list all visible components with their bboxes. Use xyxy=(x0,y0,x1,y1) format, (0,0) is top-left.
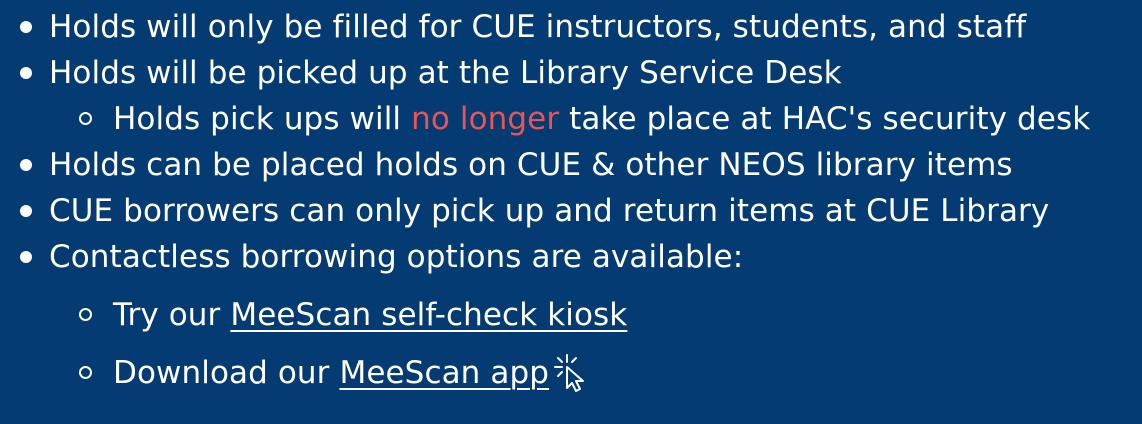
highlight-text: no longer xyxy=(411,101,560,137)
list-item-text: Holds can be placed holds on CUE & other… xyxy=(49,147,1013,183)
bullet-disc-icon xyxy=(20,21,32,33)
bullet-disc-icon xyxy=(20,67,32,79)
list-item-text: Holds will be picked up at the Library S… xyxy=(49,55,842,91)
sub-list-item-text: Download our MeeScan app xyxy=(113,350,589,396)
meescan-app-link[interactable]: MeeScan app xyxy=(339,355,549,391)
text-after: take place at HAC's security desk xyxy=(559,101,1091,137)
text-before: Download our xyxy=(113,355,340,391)
list-item-text: CUE borrowers can only pick up and retur… xyxy=(49,193,1050,229)
bullet-circle-icon xyxy=(79,112,92,125)
bullet-circle-icon xyxy=(79,308,92,321)
sub-list-item-text: Holds pick ups will no longer take place… xyxy=(113,96,1090,142)
library-holds-info-panel: Holds will only be filled for CUE instru… xyxy=(0,0,1142,424)
text-before: Holds pick ups will xyxy=(113,101,412,137)
bullet-disc-icon xyxy=(20,205,32,217)
text-before: Try our xyxy=(113,297,231,333)
meescan-kiosk-link[interactable]: MeeScan self-check kiosk xyxy=(230,297,627,333)
click-cursor-icon xyxy=(554,353,585,392)
bullet-disc-icon xyxy=(20,251,32,263)
bullet-disc-icon xyxy=(20,159,32,171)
bullet-circle-icon xyxy=(79,366,92,379)
list-item-text: Contactless borrowing options are availa… xyxy=(49,239,744,275)
list-item-text: Holds will only be filled for CUE instru… xyxy=(49,9,1027,45)
sub-list-item-text: Try our MeeScan self-check kiosk xyxy=(113,292,627,338)
